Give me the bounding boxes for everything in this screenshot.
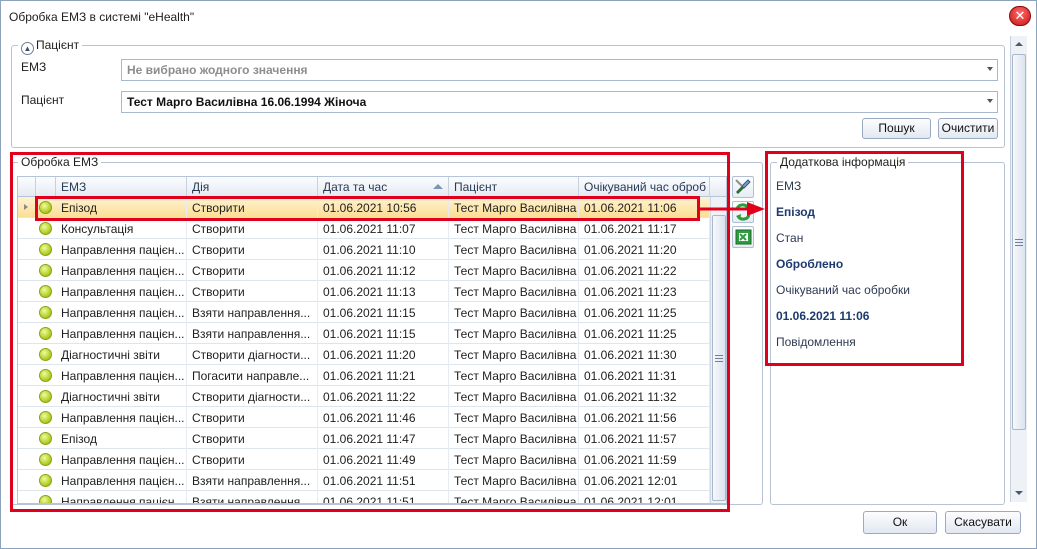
- emz-select-value: Не вибрано жодного значення: [127, 63, 308, 77]
- patient-group-header[interactable]: ▲ Пацієнт: [18, 38, 83, 55]
- tools-icon: [735, 179, 751, 195]
- ok-button[interactable]: Ок: [863, 511, 937, 534]
- tools-button[interactable]: [732, 176, 754, 198]
- patient-select-value: Тест Марго Василівна 16.06.1994 Жіноча: [127, 95, 367, 109]
- chevron-down-icon: [987, 67, 993, 71]
- highlight-info-box: [765, 151, 964, 366]
- clear-button[interactable]: Очистити: [938, 118, 998, 139]
- dialog-window: Обробка ЕМЗ в системі "eHealth" ✕ ▲ Паціє…: [0, 0, 1037, 549]
- dialog-scrollbar[interactable]: [1010, 36, 1027, 502]
- patient-select[interactable]: Тест Марго Василівна 16.06.1994 Жіноча: [121, 91, 998, 113]
- patient-label: Пацієнт: [21, 93, 65, 107]
- search-button[interactable]: Пошук: [862, 118, 931, 139]
- patient-group-title: Пацієнт: [36, 38, 80, 52]
- window-title: Обробка ЕМЗ в системі "eHealth": [9, 10, 195, 24]
- scroll-down-icon[interactable]: [1015, 491, 1023, 495]
- dialog-scrollbar-thumb[interactable]: [1012, 54, 1026, 430]
- grip-icon: [1015, 239, 1023, 246]
- highlight-selected-row-box: [35, 196, 700, 221]
- close-icon: ✕: [1014, 8, 1026, 23]
- emz-label: ЕМЗ: [21, 60, 47, 74]
- title-bar: Обробка ЕМЗ в системі "eHealth" ✕: [1, 1, 1036, 31]
- scroll-up-icon[interactable]: [1015, 42, 1023, 46]
- cancel-button[interactable]: Скасувати: [945, 511, 1021, 534]
- annotation-arrow: [699, 202, 765, 216]
- close-button[interactable]: ✕: [1009, 6, 1031, 26]
- export-excel-button[interactable]: [732, 226, 754, 248]
- excel-icon: [735, 229, 752, 245]
- chevron-down-icon: [987, 99, 993, 103]
- collapse-icon[interactable]: ▲: [21, 42, 34, 55]
- emz-select[interactable]: Не вибрано жодного значення: [121, 59, 998, 81]
